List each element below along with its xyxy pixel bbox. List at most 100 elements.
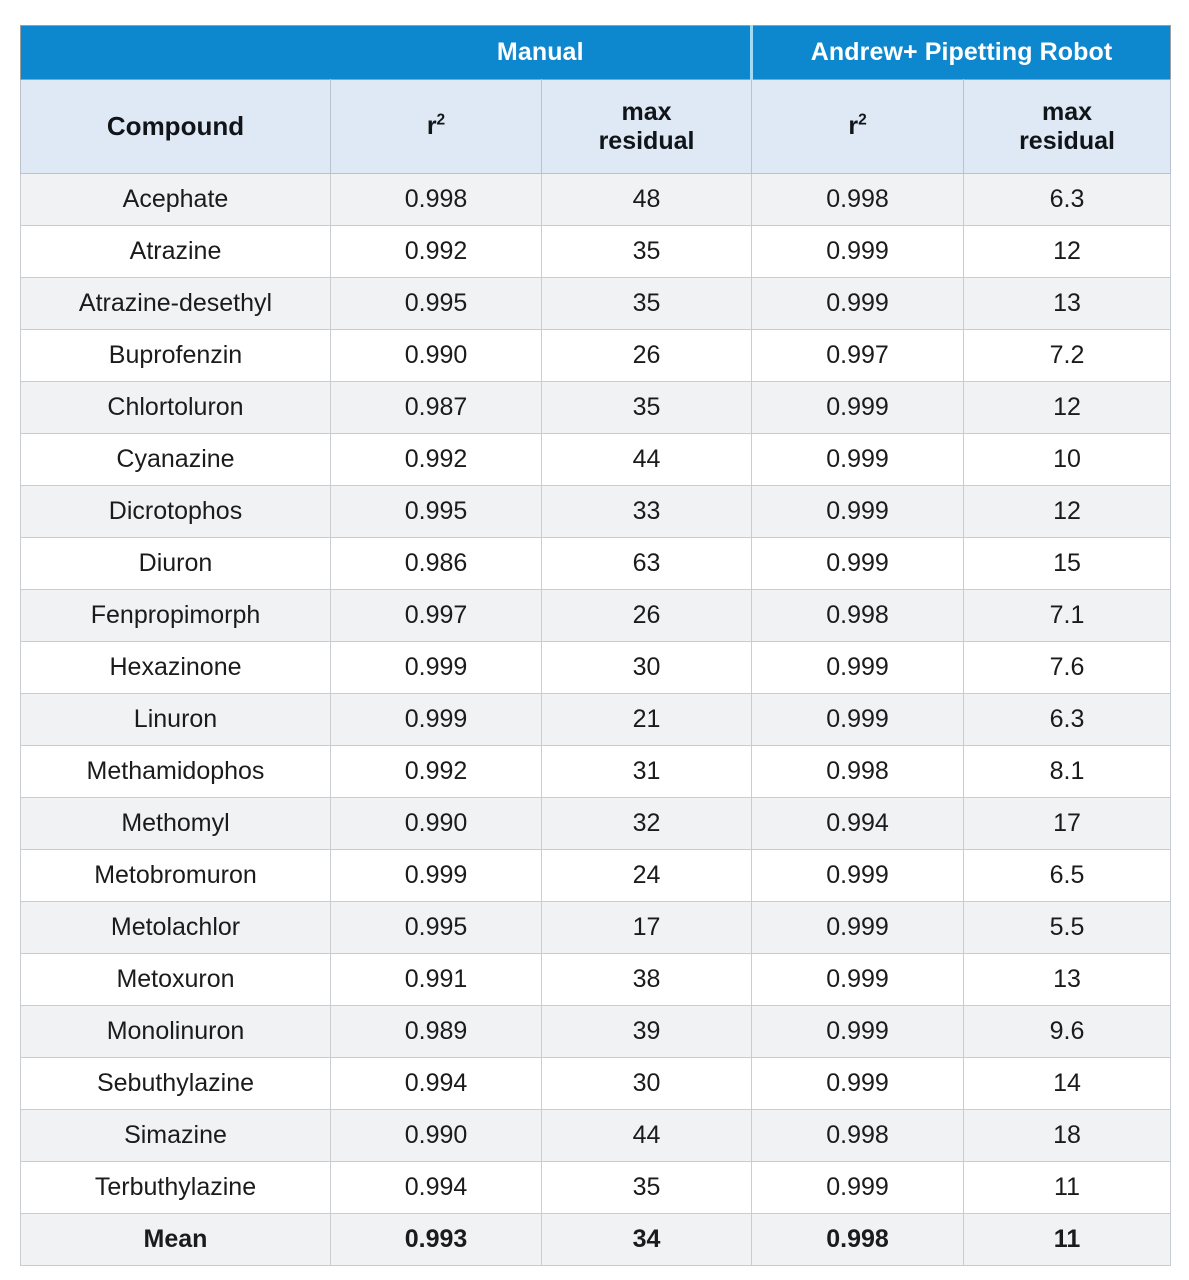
cell-manual-max-residual: 35	[540, 1161, 753, 1214]
table-body: Acephate 0.998 48 0.998 6.3 Atrazine 0.992 35 0.…	[20, 173, 1172, 1266]
group-header-manual: Manual	[330, 25, 752, 80]
table-row: Hexazinone 0.999 30 0.999 7.6	[20, 641, 1172, 694]
cell-robot-max-residual: 10	[963, 433, 1172, 486]
cell-robot-max-residual: 12	[963, 485, 1172, 538]
cell-manual-r2: 0.990	[330, 797, 542, 850]
cell-compound: Buprofenzin	[20, 329, 331, 382]
table-row: Methomyl 0.990 32 0.994 17	[20, 797, 1172, 850]
cell-robot-r2: 0.998	[751, 173, 965, 226]
cell-manual-max-residual: 24	[540, 849, 753, 902]
cell-manual-r2: 0.997	[330, 589, 542, 642]
table-row: Methamidophos 0.992 31 0.998 8.1	[20, 745, 1172, 798]
cell-robot-max-residual: 13	[963, 277, 1172, 330]
cell-compound: Metoxuron	[20, 953, 331, 1006]
cell-robot-r2: 0.994	[751, 797, 965, 850]
cell-manual-max-residual: 26	[540, 329, 753, 382]
cell-manual-max-residual: 35	[540, 225, 753, 278]
cell-manual-r2: 0.992	[330, 745, 542, 798]
table-row: Sebuthylazine 0.994 30 0.999 14	[20, 1057, 1172, 1110]
cell-manual-r2: 0.987	[330, 381, 542, 434]
cell-robot-r2: 0.999	[751, 641, 965, 694]
cell-robot-r2: 0.999	[751, 849, 965, 902]
cell-compound: Cyanazine	[20, 433, 331, 486]
cell-robot-max-residual: 7.1	[963, 589, 1172, 642]
table-row: Metolachlor 0.995 17 0.999 5.5	[20, 901, 1172, 954]
cell-robot-max-residual: 15	[963, 537, 1172, 590]
cell-manual-max-residual: 48	[540, 173, 753, 226]
cell-compound: Atrazine-desethyl	[20, 277, 331, 330]
cell-robot-r2: 0.999	[751, 1057, 965, 1110]
cell-robot-r2: 0.999	[751, 381, 965, 434]
cell-manual-r2: 0.989	[330, 1005, 542, 1058]
cell-robot-max-residual: 11	[963, 1161, 1172, 1214]
cell-manual-max-residual: 31	[540, 745, 753, 798]
column-header-robot-r2: r2	[751, 79, 965, 174]
cell-robot-r2: 0.999	[751, 953, 965, 1006]
table-row: Linuron 0.999 21 0.999 6.3	[20, 693, 1172, 746]
cell-manual-r2: 0.999	[330, 849, 542, 902]
table-row: Fenpropimorph 0.997 26 0.998 7.1	[20, 589, 1172, 642]
cell-manual-r2: 0.994	[330, 1161, 542, 1214]
cell-robot-max-residual: 18	[963, 1109, 1172, 1162]
cell-manual-r2: 0.994	[330, 1057, 542, 1110]
cell-manual-max-residual: 63	[540, 537, 753, 590]
max-label: max	[621, 98, 672, 126]
cell-compound: Chlortoluron	[20, 381, 331, 434]
cell-robot-r2: 0.997	[751, 329, 965, 382]
cell-robot-r2: 0.999	[751, 1005, 965, 1058]
cell-robot-max-residual: 12	[963, 381, 1172, 434]
cell-robot-max-residual: 6.3	[963, 693, 1172, 746]
column-header-row: Compound r2 max residual r2 max residual	[20, 79, 1172, 174]
table-row: Metoxuron 0.991 38 0.999 13	[20, 953, 1172, 1006]
cell-compound: Terbuthylazine	[20, 1161, 331, 1214]
table-row: Monolinuron 0.989 39 0.999 9.6	[20, 1005, 1172, 1058]
cell-compound: Acephate	[20, 173, 331, 226]
table-page: Manual Andrew+ Pipetting Robot Compound …	[0, 0, 1189, 1280]
column-header-manual-max-residual: max residual	[540, 79, 753, 174]
cell-manual-r2: 0.995	[330, 485, 542, 538]
cell-robot-max-residual: 7.2	[963, 329, 1172, 382]
cell-compound: Metolachlor	[20, 901, 331, 954]
table-row: Atrazine 0.992 35 0.999 12	[20, 225, 1172, 278]
cell-manual-r2: 0.999	[330, 693, 542, 746]
table-row: Atrazine-desethyl 0.995 35 0.999 13	[20, 277, 1172, 330]
r-label: r	[426, 112, 437, 141]
cell-robot-r2: 0.998	[751, 589, 965, 642]
cell-robot-r2: 0.999	[751, 433, 965, 486]
cell-robot-max-residual: 14	[963, 1057, 1172, 1110]
table-summary-row: Mean 0.993 34 0.998 11	[20, 1213, 1172, 1266]
compound-comparison-table: Manual Andrew+ Pipetting Robot Compound …	[20, 25, 1172, 1266]
cell-robot-r2: 0.999	[751, 537, 965, 590]
cell-compound: Metobromuron	[20, 849, 331, 902]
cell-robot-max-residual: 6.3	[963, 173, 1172, 226]
cell-manual-max-residual: 30	[540, 641, 753, 694]
cell-manual-max-residual: 21	[540, 693, 753, 746]
cell-robot-r2: 0.999	[751, 1161, 965, 1214]
cell-robot-r2: 0.998	[751, 1109, 965, 1162]
cell-manual-max-residual: 26	[540, 589, 753, 642]
table-row: Diuron 0.986 63 0.999 15	[20, 537, 1172, 590]
cell-compound: Sebuthylazine	[20, 1057, 331, 1110]
cell-compound: Diuron	[20, 537, 331, 590]
cell-compound: Linuron	[20, 693, 331, 746]
cell-manual-max-residual: 44	[540, 1109, 753, 1162]
cell-manual-max-residual: 17	[540, 901, 753, 954]
cell-robot-r2: 0.999	[751, 277, 965, 330]
cell-robot-max-residual: 9.6	[963, 1005, 1172, 1058]
cell-robot-max-residual: 8.1	[963, 745, 1172, 798]
residual-label: residual	[1019, 126, 1115, 155]
table-row: Acephate 0.998 48 0.998 6.3	[20, 173, 1172, 226]
cell-robot-max-residual: 13	[963, 953, 1172, 1006]
cell-robot-r2: 0.998	[751, 745, 965, 798]
cell-manual-max-residual: 35	[540, 381, 753, 434]
cell-manual-max-residual: 30	[540, 1057, 753, 1110]
cell-compound: Fenpropimorph	[20, 589, 331, 642]
cell-manual-max-residual: 38	[540, 953, 753, 1006]
r-exponent: 2	[436, 111, 446, 129]
cell-manual-max-residual: 32	[540, 797, 753, 850]
table-row: Metobromuron 0.999 24 0.999 6.5	[20, 849, 1172, 902]
cell-robot-max-residual: 5.5	[963, 901, 1172, 954]
cell-compound: Hexazinone	[20, 641, 331, 694]
group-header-row: Manual Andrew+ Pipetting Robot	[20, 25, 1171, 80]
cell-manual-r2: 0.995	[330, 901, 542, 954]
